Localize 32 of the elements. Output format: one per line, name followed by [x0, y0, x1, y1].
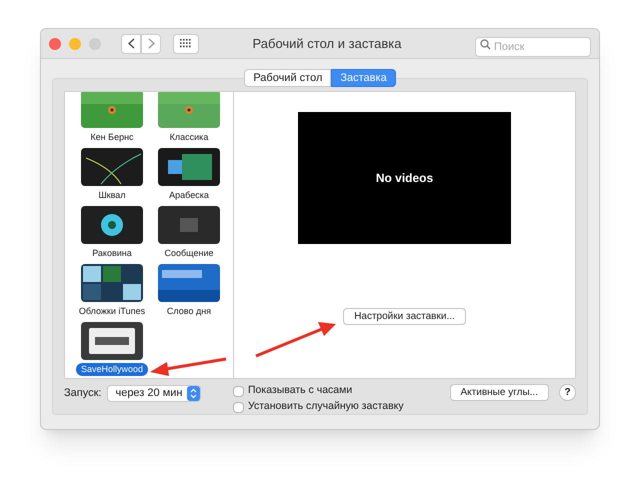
search-field[interactable]: Поиск	[475, 36, 591, 56]
screensaver-label[interactable]: SaveHollywood	[76, 363, 148, 376]
checkbox-label: Показывать с часами	[248, 383, 352, 398]
screensaver-label[interactable]: Кен Бернс	[90, 131, 134, 144]
stepper-icon	[187, 386, 200, 400]
hot-corners-button[interactable]: Активные углы...	[450, 384, 549, 401]
screensaver-options-button[interactable]: Настройки заставки...	[343, 308, 466, 325]
screensaver-label[interactable]: Шквал	[98, 189, 126, 202]
minimize-icon[interactable]	[69, 38, 81, 50]
checkbox[interactable]	[233, 386, 244, 396]
start-value: через 20 мин	[115, 386, 182, 401]
chevron-right-icon	[148, 38, 154, 49]
screensaver-label[interactable]: Слово дня	[166, 305, 212, 318]
close-icon[interactable]	[49, 38, 61, 50]
tab[interactable]: Рабочий стол	[244, 69, 332, 87]
start-label: Запуск:	[64, 386, 102, 401]
screensaver-label[interactable]: Арабеска	[169, 189, 209, 202]
checkbox[interactable]	[233, 402, 244, 412]
help-button[interactable]: ?	[559, 384, 576, 401]
chevron-left-icon	[128, 38, 134, 49]
window-title: Рабочий стол и заставка	[252, 34, 402, 53]
screensaver-label[interactable]: Раковина	[92, 247, 132, 260]
screensaver-label[interactable]: Классика	[170, 131, 208, 144]
start-dropdown[interactable]: через 20 мин	[107, 384, 202, 402]
screensaver-label[interactable]: Сообщение	[164, 247, 214, 260]
checkbox-label: Установить случайную заставку	[248, 399, 404, 414]
grid-icon	[180, 39, 192, 48]
back-button[interactable]	[121, 34, 141, 54]
screensaver-label[interactable]: Обложки iTunes	[78, 305, 146, 318]
search-icon	[480, 38, 491, 50]
preview-message: No videos	[376, 170, 434, 187]
show-all-button[interactable]	[173, 34, 199, 54]
